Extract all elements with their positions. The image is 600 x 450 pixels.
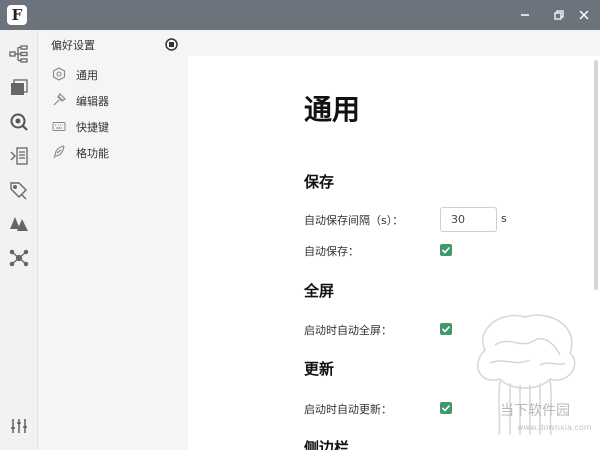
autosave-checkbox[interactable] — [440, 244, 452, 256]
interval-unit: s — [501, 212, 507, 225]
minimize-icon[interactable] — [517, 7, 533, 23]
nav-item-label: 通用 — [76, 69, 98, 82]
startup-fullscreen-checkbox[interactable] — [440, 323, 452, 335]
search-icon[interactable] — [9, 112, 29, 132]
general-icon — [52, 66, 66, 81]
outline-list-icon[interactable] — [9, 146, 29, 166]
nav-item-label: 快捷键 — [76, 121, 109, 134]
network-icon[interactable] — [9, 248, 29, 268]
watermark-text: 当下软件园 — [500, 403, 570, 419]
title-bar: F — [0, 0, 600, 30]
nav-item-label: 编辑器 — [76, 95, 109, 108]
keyboard-icon — [52, 118, 66, 132]
settings-nav: 偏好设置 通用 编辑器 快捷键 格功能 — [38, 30, 188, 450]
page-title: 通用 — [304, 93, 361, 126]
nav-item-editor[interactable]: 编辑器 — [50, 89, 180, 111]
settings-sliders-icon[interactable] — [9, 416, 29, 436]
left-icon-bar — [0, 30, 38, 450]
startup-update-label: 启动时自动更新： — [304, 403, 392, 416]
nav-item-general[interactable]: 通用 — [50, 63, 180, 85]
files-icon[interactable] — [9, 78, 29, 98]
watermark-url: www.downxia.com — [517, 423, 592, 432]
autosave-interval-label: 自动保存间隔（s）： — [304, 214, 404, 227]
section-heading-sidebar: 侧边栏 — [304, 439, 350, 450]
section-heading-save: 保存 — [304, 173, 335, 191]
editor-icon — [52, 92, 66, 106]
feather-icon — [52, 144, 66, 159]
app-logo[interactable]: F — [7, 5, 27, 25]
startup-update-checkbox[interactable] — [440, 402, 452, 414]
graph-icon[interactable] — [9, 214, 29, 234]
startup-fullscreen-label: 启动时自动全屏： — [304, 324, 392, 337]
autosave-interval-input[interactable] — [440, 207, 497, 232]
settings-nav-title: 偏好设置 — [51, 39, 95, 52]
outline-tree-icon[interactable] — [9, 44, 29, 64]
restore-icon[interactable] — [551, 7, 567, 23]
tags-icon[interactable] — [9, 180, 29, 200]
pin-icon[interactable] — [165, 36, 178, 51]
section-heading-fullscreen: 全屏 — [304, 282, 335, 300]
close-icon[interactable] — [576, 7, 592, 23]
nav-item-label: 格功能 — [76, 147, 109, 160]
nav-item-shortcuts[interactable]: 快捷键 — [50, 115, 180, 137]
content-header-strip — [188, 30, 600, 56]
nav-item-features[interactable]: 格功能 — [50, 141, 180, 163]
scrollbar[interactable] — [594, 60, 598, 290]
autosave-label: 自动保存： — [304, 245, 359, 258]
section-heading-update: 更新 — [304, 360, 335, 378]
